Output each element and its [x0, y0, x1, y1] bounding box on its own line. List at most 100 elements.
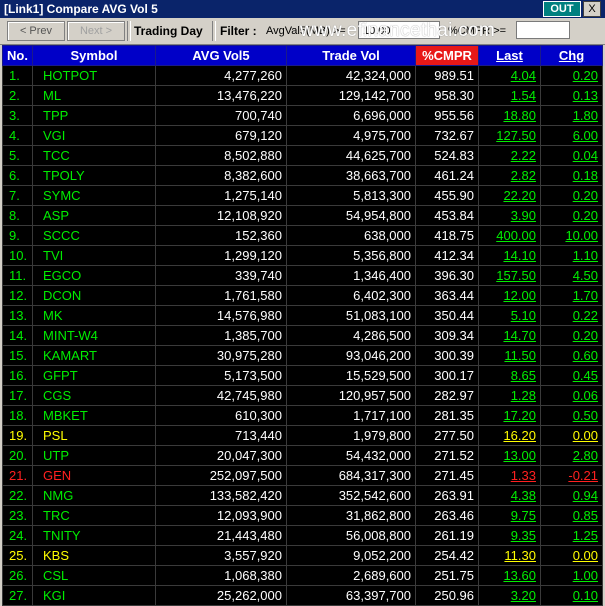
- row-last[interactable]: 16.20: [478, 425, 541, 446]
- col-symbol[interactable]: Symbol: [32, 45, 156, 66]
- row-symbol[interactable]: TPOLY: [32, 165, 156, 186]
- row-chg[interactable]: 0.20: [540, 205, 603, 226]
- row-chg[interactable]: 0.20: [540, 325, 603, 346]
- row-last[interactable]: 9.35: [478, 525, 541, 546]
- col-avg-vol5[interactable]: AVG Vol5: [155, 45, 287, 66]
- table-row[interactable]: 22. NMG 133,582,420 352,542,600 263.91 4.38 0.…: [2, 485, 603, 506]
- row-symbol[interactable]: SYMC: [32, 185, 156, 206]
- row-chg[interactable]: 0.60: [540, 345, 603, 366]
- row-last[interactable]: 400.00: [478, 225, 541, 246]
- table-row[interactable]: 5. TCC 8,502,880 44,625,700 524.83 2.22 0.04: [2, 145, 603, 166]
- table-row[interactable]: 11. EGCO 339,740 1,346,400 396.30 157.50 4.50: [2, 265, 603, 286]
- row-last[interactable]: 2.82: [478, 165, 541, 186]
- row-chg[interactable]: 1.70: [540, 285, 603, 306]
- row-chg[interactable]: 2.80: [540, 445, 603, 466]
- row-chg[interactable]: 0.20: [540, 65, 603, 86]
- row-symbol[interactable]: CGS: [32, 385, 156, 406]
- row-chg[interactable]: 0.04: [540, 145, 603, 166]
- row-chg[interactable]: 0.20: [540, 185, 603, 206]
- row-symbol[interactable]: CSL: [32, 565, 156, 586]
- row-last[interactable]: 1.28: [478, 385, 541, 406]
- row-chg[interactable]: 0.22: [540, 305, 603, 326]
- row-symbol[interactable]: GEN: [32, 465, 156, 486]
- row-symbol[interactable]: KGI: [32, 585, 156, 606]
- table-row[interactable]: 16. GFPT 5,173,500 15,529,500 300.17 8.65 0.45: [2, 365, 603, 386]
- row-last[interactable]: 3.90: [478, 205, 541, 226]
- table-row[interactable]: 12. DCON 1,761,580 6,402,300 363.44 12.00 1.70: [2, 285, 603, 306]
- table-row[interactable]: 14. MINT-W4 1,385,700 4,286,500 309.34 14.70 0…: [2, 325, 603, 346]
- row-last[interactable]: 4.04: [478, 65, 541, 86]
- row-last[interactable]: 17.20: [478, 405, 541, 426]
- row-chg[interactable]: 0.85: [540, 505, 603, 526]
- row-last[interactable]: 127.50: [478, 125, 541, 146]
- row-last[interactable]: 14.70: [478, 325, 541, 346]
- row-last[interactable]: 3.20: [478, 585, 541, 606]
- row-last[interactable]: 9.75: [478, 505, 541, 526]
- row-symbol[interactable]: VGI: [32, 125, 156, 146]
- row-symbol[interactable]: TNITY: [32, 525, 156, 546]
- row-symbol[interactable]: ASP: [32, 205, 156, 226]
- table-row[interactable]: 24. TNITY 21,443,480 56,008,800 261.19 9.35 1.…: [2, 525, 603, 546]
- row-chg[interactable]: 0.10: [540, 585, 603, 606]
- row-symbol[interactable]: EGCO: [32, 265, 156, 286]
- col-trade-vol[interactable]: Trade Vol: [286, 45, 416, 66]
- row-last[interactable]: 11.50: [478, 345, 541, 366]
- row-last[interactable]: 13.00: [478, 445, 541, 466]
- table-row[interactable]: 1. HOTPOT 4,277,260 42,324,000 989.51 4.04 0.2…: [2, 65, 603, 86]
- row-chg[interactable]: 0.18: [540, 165, 603, 186]
- row-symbol[interactable]: UTP: [32, 445, 156, 466]
- row-last[interactable]: 5.10: [478, 305, 541, 326]
- row-last[interactable]: 12.00: [478, 285, 541, 306]
- row-chg[interactable]: 0.45: [540, 365, 603, 386]
- row-chg[interactable]: 4.50: [540, 265, 603, 286]
- row-last[interactable]: 14.10: [478, 245, 541, 266]
- table-row[interactable]: 7. SYMC 1,275,140 5,813,300 455.90 22.20 0.20: [2, 185, 603, 206]
- row-symbol[interactable]: TRC: [32, 505, 156, 526]
- table-row[interactable]: 8. ASP 12,108,920 54,954,800 453.84 3.90 0.20: [2, 205, 603, 226]
- row-last[interactable]: 2.22: [478, 145, 541, 166]
- table-row[interactable]: 17. CGS 42,745,980 120,957,500 282.97 1.28 0.0…: [2, 385, 603, 406]
- row-symbol[interactable]: HOTPOT: [32, 65, 156, 86]
- cmpr-value-input[interactable]: [516, 21, 570, 39]
- row-chg[interactable]: 0.13: [540, 85, 603, 106]
- row-symbol[interactable]: SCCC: [32, 225, 156, 246]
- row-last[interactable]: 1.54: [478, 85, 541, 106]
- row-symbol[interactable]: PSL: [32, 425, 156, 446]
- table-row[interactable]: 9. SCCC 152,360 638,000 418.75 400.00 10.00: [2, 225, 603, 246]
- row-last[interactable]: 13.60: [478, 565, 541, 586]
- row-symbol[interactable]: DCON: [32, 285, 156, 306]
- table-row[interactable]: 3. TPP 700,740 6,696,000 955.56 18.80 1.80: [2, 105, 603, 126]
- table-row[interactable]: 23. TRC 12,093,900 31,862,800 263.46 9.75 0.85: [2, 505, 603, 526]
- table-row[interactable]: 15. KAMART 30,975,280 93,046,200 300.39 11.50…: [2, 345, 603, 366]
- table-row[interactable]: 19. PSL 713,440 1,979,800 277.50 16.20 0.00: [2, 425, 603, 446]
- row-symbol[interactable]: NMG: [32, 485, 156, 506]
- row-last[interactable]: 1.33: [478, 465, 541, 486]
- prev-button[interactable]: < Prev: [7, 21, 65, 41]
- row-last[interactable]: 18.80: [478, 105, 541, 126]
- row-chg[interactable]: 1.00: [540, 565, 603, 586]
- row-chg[interactable]: 0.94: [540, 485, 603, 506]
- row-last[interactable]: 11.30: [478, 545, 541, 566]
- row-last[interactable]: 8.65: [478, 365, 541, 386]
- row-symbol[interactable]: TPP: [32, 105, 156, 126]
- row-chg[interactable]: 0.00: [540, 425, 603, 446]
- table-row[interactable]: 18. MBKET 610,300 1,717,100 281.35 17.20 0.50: [2, 405, 603, 426]
- row-symbol[interactable]: ML: [32, 85, 156, 106]
- col-cmpr[interactable]: %CMPR: [415, 45, 479, 66]
- table-row[interactable]: 20. UTP 20,047,300 54,432,000 271.52 13.00 2.8…: [2, 445, 603, 466]
- close-button[interactable]: X: [583, 1, 601, 17]
- row-symbol[interactable]: MK: [32, 305, 156, 326]
- row-chg[interactable]: 0.50: [540, 405, 603, 426]
- row-symbol[interactable]: GFPT: [32, 365, 156, 386]
- row-chg[interactable]: 1.10: [540, 245, 603, 266]
- row-chg[interactable]: 0.00: [540, 545, 603, 566]
- row-last[interactable]: 157.50: [478, 265, 541, 286]
- table-row[interactable]: 25. KBS 3,557,920 9,052,200 254.42 11.30 0.00: [2, 545, 603, 566]
- row-symbol[interactable]: KAMART: [32, 345, 156, 366]
- out-button[interactable]: OUT: [543, 1, 581, 17]
- row-symbol[interactable]: TVI: [32, 245, 156, 266]
- table-row[interactable]: 6. TPOLY 8,382,600 38,663,700 461.24 2.82 0.18: [2, 165, 603, 186]
- table-row[interactable]: 21. GEN 252,097,500 684,317,300 271.45 1.33 -0…: [2, 465, 603, 486]
- next-button[interactable]: Next >: [67, 21, 125, 41]
- row-chg[interactable]: -0.21: [540, 465, 603, 486]
